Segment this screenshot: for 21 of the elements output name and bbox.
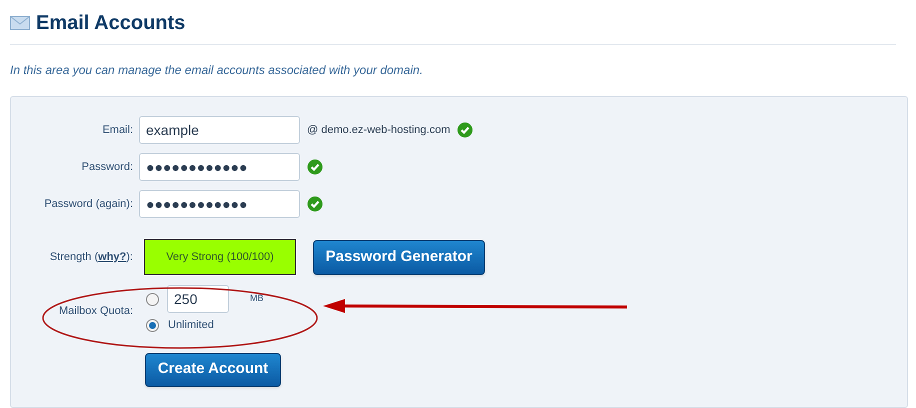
radio-button[interactable] bbox=[146, 318, 159, 332]
field-label: Password: bbox=[80, 160, 134, 175]
input-field[interactable]: ●●●●●●●●●●●● bbox=[139, 153, 300, 181]
password-generator-button[interactable]: Password Generator bbox=[313, 240, 485, 274]
strength-label: Strength (why?): bbox=[48, 250, 134, 265]
unit-label: MB bbox=[250, 292, 264, 306]
create-account-button[interactable]: Create Account bbox=[145, 352, 281, 386]
radio-button[interactable] bbox=[146, 292, 159, 306]
quota-field[interactable]: 250 bbox=[167, 285, 229, 313]
page-description: In this area you can manage the email accounts associated with your domain. bbox=[10, 62, 424, 79]
strength-meter: Very Strong (100/100) bbox=[144, 239, 296, 275]
page-title: Email Accounts bbox=[36, 11, 186, 36]
input-field[interactable]: ●●●●●●●●●●●● bbox=[139, 190, 300, 218]
envelope-icon bbox=[10, 15, 30, 31]
field-label: Password (again): bbox=[43, 196, 134, 212]
why-link[interactable]: why? bbox=[98, 250, 126, 263]
field-label: Email: bbox=[101, 122, 134, 138]
domain-suffix: @ demo.ez-web-hosting.com bbox=[307, 122, 450, 138]
input-field[interactable]: example bbox=[139, 116, 300, 144]
option-label: Unlimited bbox=[168, 318, 214, 333]
quota-label: Mailbox Quota: bbox=[58, 304, 134, 319]
